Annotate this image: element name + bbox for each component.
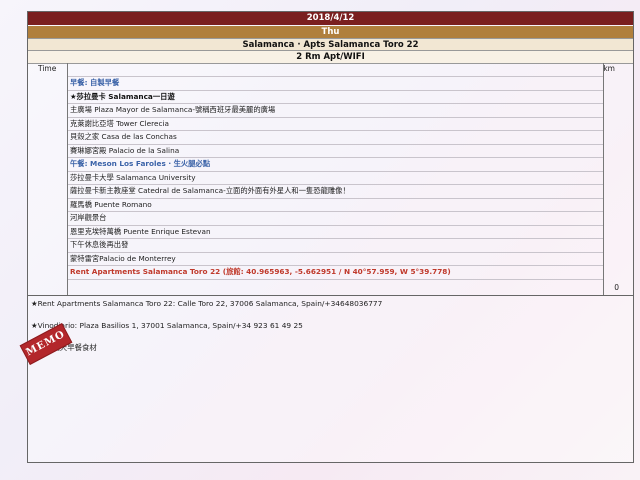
room-header: 2 Rm Apt/WIFI: [28, 50, 633, 64]
note-vinodiario: ★Vinodiario: Plaza Basilios 1, 37001 Sal…: [31, 321, 303, 330]
list-item: 午餐: Meson Los Faroles · 生火腿必點: [68, 158, 603, 172]
note-rent-apartments: ★Rent Apartments Salamanca Toro 22: Call…: [31, 299, 383, 308]
list-item: 早餐: 自製早餐: [68, 76, 603, 91]
list-item: 賽琳娜宮殿 Palacio de la Salina: [68, 145, 603, 158]
list-item: 蒙特雷宮Palacio de Monterrey: [68, 253, 603, 266]
weekday-header: Thu: [28, 26, 633, 38]
note-spacer: [28, 331, 633, 342]
list-item: 莎拉曼卡大學 Salamanca University: [68, 172, 603, 185]
km-column-header: km: [603, 64, 615, 73]
notes-section: ★Rent Apartments Salamanca Toro 22: Call…: [28, 295, 633, 353]
note-buy-breakfast: ★買好隔天早餐食材: [31, 343, 97, 352]
list-item: ★莎拉曼卡 Salamanca一日遊: [68, 91, 603, 104]
itinerary-rows: 早餐: 自製早餐 ★莎拉曼卡 Salamanca一日遊 主廣場 Plaza Ma…: [68, 76, 603, 280]
km-column-divider: [603, 63, 604, 295]
list-item: Rent Apartments Salamanca Toro 22 (旅館: 4…: [68, 266, 603, 280]
list-item: 薩拉曼卡新主教座堂 Catedral de Salamanca-立面的外面有外星…: [68, 185, 603, 199]
list-item: 恩里克埃特萬橋 Puente Enrique Estevan: [68, 226, 603, 239]
list-item: 羅馬橋 Puente Romano: [68, 199, 603, 212]
itinerary-page: 2018/4/12 Thu Salamanca · Apts Salamanca…: [27, 11, 634, 463]
list-item: 河岸觀景台: [68, 212, 603, 226]
list-item: 貝殼之家 Casa de las Conchas: [68, 131, 603, 145]
list-item: 下午休息後再出發: [68, 239, 603, 253]
time-column-header: Time: [38, 64, 57, 73]
date-header: 2018/4/12: [28, 12, 633, 25]
list-item: 克萊謝比亞塔 Tower Clerecia: [68, 118, 603, 131]
itinerary-table: Time km 早餐: 自製早餐 ★莎拉曼卡 Salamanca一日遊 主廣場 …: [28, 63, 633, 295]
list-item: 主廣場 Plaza Mayor de Salamanca-號稱西班牙最美麗的廣場: [68, 104, 603, 118]
note-spacer: [28, 309, 633, 320]
total-km: 0: [614, 283, 619, 292]
